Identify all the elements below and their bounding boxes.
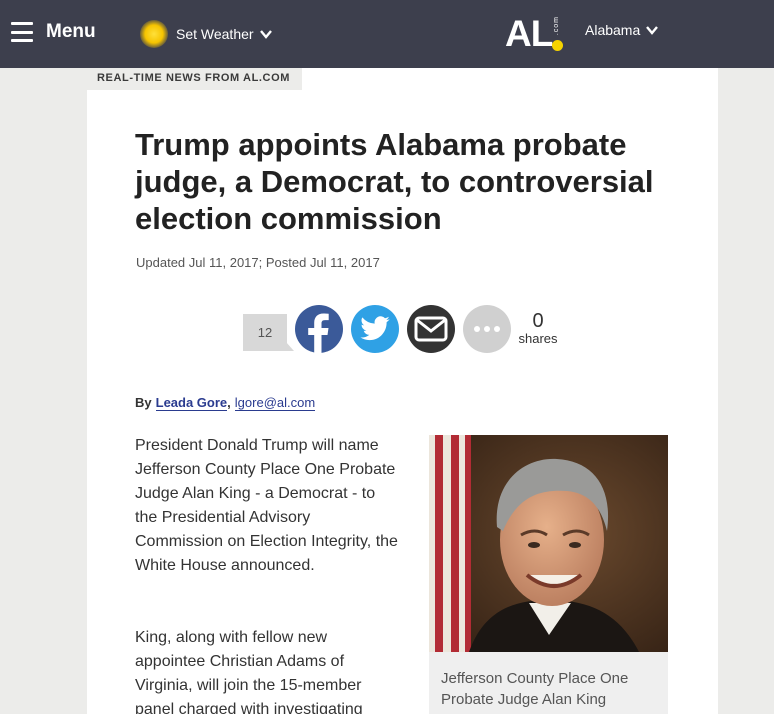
menu-button[interactable]: Menu [11, 19, 96, 45]
article-paragraph: President Donald Trump will name Jeffers… [135, 437, 398, 574]
byline: By Leada Gore, lgore@al.com [135, 395, 316, 411]
share-count-number: 0 [532, 310, 544, 332]
twitter-share-button[interactable] [351, 305, 399, 353]
byline-separator: , [227, 395, 231, 410]
portrait-image [429, 435, 668, 652]
site-logo[interactable]: AL .com [505, 14, 564, 54]
portrait-photo[interactable] [429, 435, 668, 652]
photo-caption: Jefferson County Place One Probate Judge… [429, 652, 668, 714]
facebook-icon [308, 313, 329, 353]
envelope-icon [414, 316, 448, 342]
ellipsis-icon [474, 326, 500, 332]
article-dateline: Updated Jul 11, 2017; Posted Jul 11, 201… [136, 255, 380, 270]
article-card: REAL-TIME NEWS FROM AL.COM Trump appoint… [87, 68, 718, 714]
facebook-share-button[interactable] [295, 305, 343, 353]
region-selector[interactable]: Alabama [585, 22, 659, 38]
chevron-down-icon [259, 30, 272, 39]
share-count: 0 shares [517, 310, 559, 346]
hamburger-icon [11, 22, 33, 42]
menu-label: Menu [46, 21, 96, 42]
set-weather-button[interactable]: Set Weather [140, 20, 272, 48]
more-share-button[interactable] [463, 305, 511, 353]
logo-com: .com [553, 16, 561, 36]
logo-text: AL [505, 13, 553, 54]
email-share-button[interactable] [407, 305, 455, 353]
author-email-link[interactable]: lgore@al.com [234, 395, 316, 411]
region-label: Alabama [585, 22, 641, 38]
share-bar: 12 0 shares [243, 305, 573, 365]
author-link[interactable]: Leada Gore [155, 395, 228, 411]
chevron-down-icon [646, 26, 659, 35]
sun-icon [140, 20, 168, 48]
article-figure: Jefferson County Place One Probate Judge… [429, 435, 668, 714]
article-paragraph: King, along with fellow new appointee Ch… [135, 629, 363, 714]
site-header: Menu Set Weather AL .com Alabama [0, 0, 774, 68]
share-count-label: shares [518, 331, 558, 346]
twitter-icon [360, 316, 390, 341]
comment-count-button[interactable]: 12 [243, 314, 294, 351]
byline-prefix: By [135, 395, 152, 410]
section-kicker: REAL-TIME NEWS FROM AL.COM [87, 68, 303, 90]
article-headline: Trump appoints Alabama probate judge, a … [135, 127, 654, 236]
weather-label: Set Weather [176, 26, 254, 42]
logo-dot [552, 40, 564, 51]
